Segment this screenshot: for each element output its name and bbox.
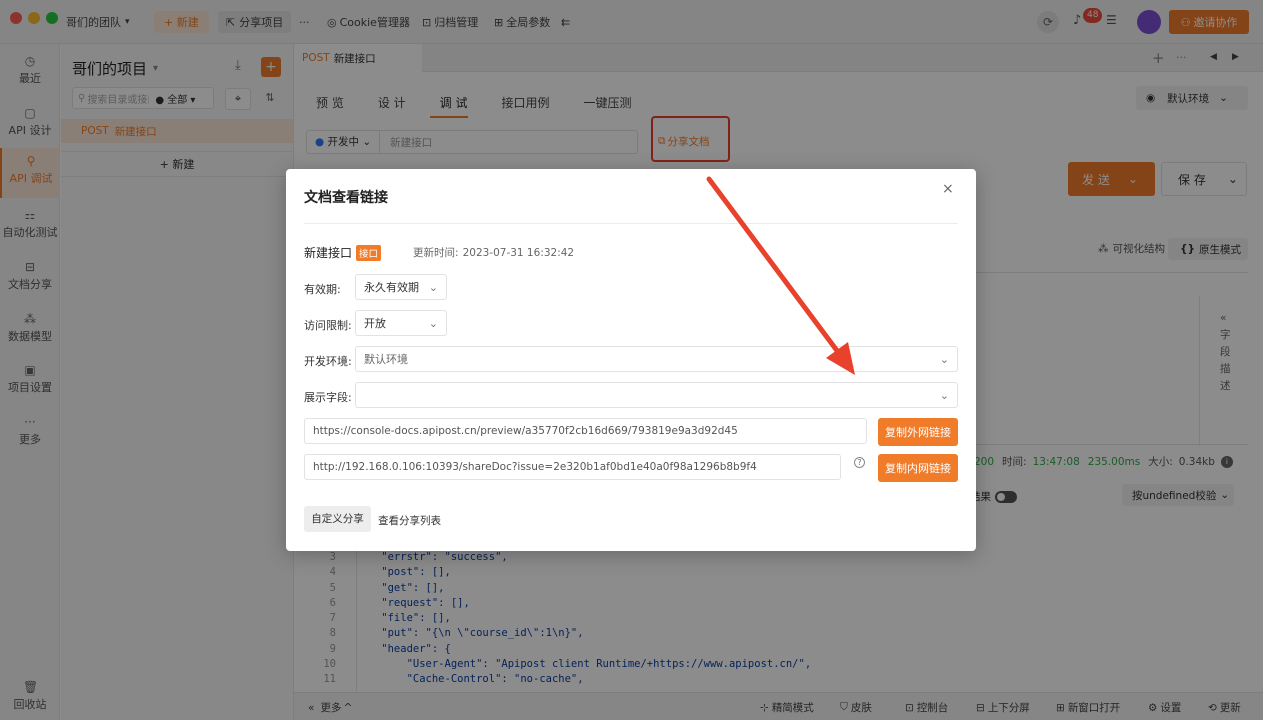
annotation-arrow <box>706 176 855 375</box>
arrow-head <box>826 342 855 375</box>
arrow-shaft <box>706 176 841 355</box>
